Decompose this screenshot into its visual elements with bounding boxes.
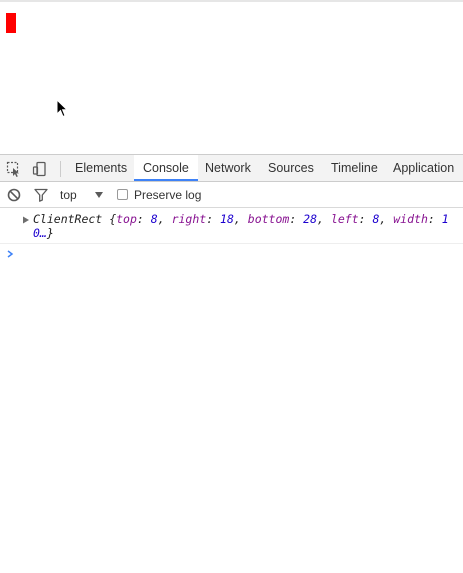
device-toolbar-icon[interactable] <box>32 161 48 177</box>
devtools-panel: Elements Console Network Sources Timelin… <box>0 154 463 573</box>
prop-value: 8 <box>150 212 158 226</box>
prop-value: 8 <box>372 212 380 226</box>
chevron-down-icon[interactable] <box>94 190 104 200</box>
tabbar-separator <box>60 161 61 177</box>
prompt-chevron-icon <box>7 250 14 258</box>
console-log-entry: ClientRect {top: 8, right: 18, bottom: 2… <box>0 208 463 244</box>
inspect-element-icon[interactable] <box>6 161 22 177</box>
red-box-element <box>6 13 16 33</box>
tab-elements[interactable]: Elements <box>75 155 127 181</box>
page-viewport <box>0 2 463 154</box>
devtools-tabbar: Elements Console Network Sources Timelin… <box>0 154 463 182</box>
prop-key: right <box>171 212 207 226</box>
mouse-cursor-icon <box>56 99 68 118</box>
prop-value: 18 <box>220 212 234 226</box>
tab-application[interactable]: Application <box>393 155 454 181</box>
tab-network[interactable]: Network <box>205 155 251 181</box>
expand-triangle-icon[interactable] <box>22 216 30 224</box>
prop-key: left <box>330 212 359 226</box>
preserve-log-checkbox[interactable] <box>117 189 128 200</box>
object-class-name: ClientRect <box>33 212 103 226</box>
prop-key: bottom <box>247 212 290 226</box>
clear-console-icon[interactable] <box>6 187 22 203</box>
preserve-log-label[interactable]: Preserve log <box>134 182 201 207</box>
tab-timeline[interactable]: Timeline <box>331 155 378 181</box>
prop-key: top <box>116 212 137 226</box>
prop-key: width <box>393 212 428 226</box>
prop-value: 28 <box>303 212 318 226</box>
console-toolbar: top Preserve log <box>0 182 463 208</box>
tab-sources[interactable]: Sources <box>268 155 314 181</box>
tab-console[interactable]: Console <box>134 155 198 181</box>
console-object-preview[interactable]: ClientRect {top: 8, right: 18, bottom: 2… <box>33 212 461 240</box>
close-brace: } <box>46 226 54 240</box>
filter-icon[interactable] <box>33 187 49 203</box>
context-selector[interactable]: top <box>60 182 77 207</box>
